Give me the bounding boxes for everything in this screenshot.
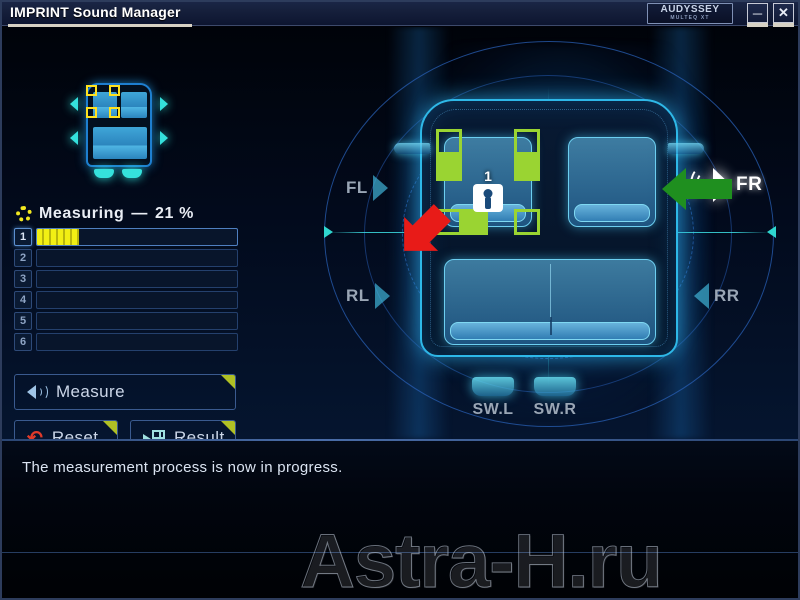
speaker-fl: FL xyxy=(346,175,388,201)
measurement-progress-bar xyxy=(36,291,238,309)
reset-button[interactable]: ↶ Reset xyxy=(14,420,118,439)
speaker-rl: RL xyxy=(346,283,390,309)
thumb-seat-rear xyxy=(93,127,147,159)
status-bar: The measurement process is now in progre… xyxy=(2,441,798,598)
measurement-progress-bar xyxy=(36,228,238,246)
subwoofer-right-icon xyxy=(534,377,576,396)
thumb-speaker-rl-icon xyxy=(70,131,78,145)
thumb-speaker-fl-icon xyxy=(70,97,78,111)
speaker-rr-icon xyxy=(694,283,709,309)
measurement-row-number: 3 xyxy=(14,270,32,288)
mirror-right xyxy=(668,143,704,154)
measurement-row-number: 1 xyxy=(14,228,32,246)
mirror-left xyxy=(394,143,430,154)
gear-icon xyxy=(16,206,32,222)
audyssey-logo: AUDYSSEY MULTEQ XT xyxy=(647,3,733,24)
subwoofer-left-label: SW.L xyxy=(472,401,514,418)
thumb-speaker-rr-icon xyxy=(160,131,168,145)
seat-rear-base xyxy=(450,317,650,340)
measurement-row-number: 5 xyxy=(14,312,32,330)
subwoofer-right-label: SW.R xyxy=(533,401,577,418)
reset-button-corner-accent xyxy=(103,421,117,435)
measuring-status: Measuring — 21 % xyxy=(16,205,194,223)
measurement-row[interactable]: 2 xyxy=(14,249,238,267)
subwoofer-left: SW.L xyxy=(462,377,524,419)
undo-icon: ↶ xyxy=(27,427,43,440)
speaker-rl-icon xyxy=(374,283,390,309)
audyssey-brand-name: AUDYSSEY xyxy=(660,4,720,15)
car-speaker-diagram: 1 FL RL RR FR SW.L SW.R xyxy=(302,27,798,439)
measure-button[interactable]: Measure xyxy=(14,374,236,410)
subwoofer-left-icon xyxy=(472,377,514,396)
measurement-row-list: 1 2 3 4 5 6 xyxy=(14,228,238,354)
audyssey-brand-sub: MULTEQ XT xyxy=(670,15,710,21)
speaker-rr: RR xyxy=(694,283,740,309)
speaker-fr-label: FR xyxy=(736,174,763,195)
result-button-corner-accent xyxy=(221,421,235,435)
measuring-label: Measuring xyxy=(39,205,125,222)
green-annotation-arrow xyxy=(660,164,734,219)
window-title: IMPRINT Sound Manager xyxy=(10,4,181,20)
measurement-row-number: 4 xyxy=(14,291,32,309)
measurement-row-number: 2 xyxy=(14,249,32,267)
speaker-rr-label: RR xyxy=(714,286,740,305)
result-button-label: Result xyxy=(174,428,225,439)
rear-base-divider xyxy=(550,317,552,335)
radar-tick-right xyxy=(767,226,776,238)
reset-button-label: Reset xyxy=(51,428,99,439)
seat-layout-thumbnail[interactable] xyxy=(64,79,174,184)
export-to-window-icon xyxy=(143,429,165,439)
thumb-selection-bracket xyxy=(86,85,120,118)
thumb-seat-front-right xyxy=(121,92,147,118)
seat-front-right-base xyxy=(574,204,650,222)
progress-percent: 21 % xyxy=(155,205,194,222)
measurement-row[interactable]: 4 xyxy=(14,291,238,309)
radar-tick-left xyxy=(324,226,333,238)
main-panel: Measuring — 21 % 123456 Measure ↶ Reset … xyxy=(2,27,798,439)
watermark-guide-line xyxy=(2,552,798,553)
speaker-fl-label: FL xyxy=(346,178,368,197)
status-message: The measurement process is now in progre… xyxy=(22,459,343,476)
rear-seat-divider xyxy=(550,264,551,320)
imprint-sound-manager-window: IMPRINT Sound Manager AUDYSSEY MULTEQ XT… xyxy=(0,0,800,600)
close-button[interactable]: ✕ xyxy=(773,3,794,23)
mic-position-marker: 1 xyxy=(472,169,504,212)
measurement-progress-bar xyxy=(36,312,238,330)
thumb-speaker-fr-icon xyxy=(160,97,168,111)
measurement-progress-bar xyxy=(36,249,238,267)
speaker-fl-icon xyxy=(372,175,388,201)
speaker-icon xyxy=(27,383,48,401)
measurement-progress-bar xyxy=(36,270,238,288)
measurement-row[interactable]: 1 xyxy=(14,228,238,246)
title-bar: IMPRINT Sound Manager AUDYSSEY MULTEQ XT… xyxy=(0,0,800,28)
minimize-button[interactable]: ─ xyxy=(747,3,768,23)
thumb-subwoofer-right-icon xyxy=(122,169,142,178)
measure-button-label: Measure xyxy=(56,382,125,401)
status-separator: — xyxy=(131,205,149,222)
seat-rear-bench[interactable] xyxy=(444,259,656,345)
measurement-row[interactable]: 3 xyxy=(14,270,238,288)
speaker-rl-label: RL xyxy=(346,286,370,305)
subwoofer-right: SW.R xyxy=(524,377,586,419)
mic-position-number: 1 xyxy=(484,168,492,184)
measurement-row[interactable]: 6 xyxy=(14,333,238,351)
measurement-row[interactable]: 5 xyxy=(14,312,238,330)
measurement-progress-fill xyxy=(37,229,79,245)
seat-front-right[interactable] xyxy=(568,137,656,227)
measurement-progress-bar xyxy=(36,333,238,351)
measurement-row-number: 6 xyxy=(14,333,32,351)
thumb-subwoofer-left-icon xyxy=(94,169,114,178)
result-button[interactable]: Result xyxy=(130,420,236,439)
microphone-person-icon xyxy=(473,184,503,212)
measure-button-corner-accent xyxy=(221,375,235,389)
